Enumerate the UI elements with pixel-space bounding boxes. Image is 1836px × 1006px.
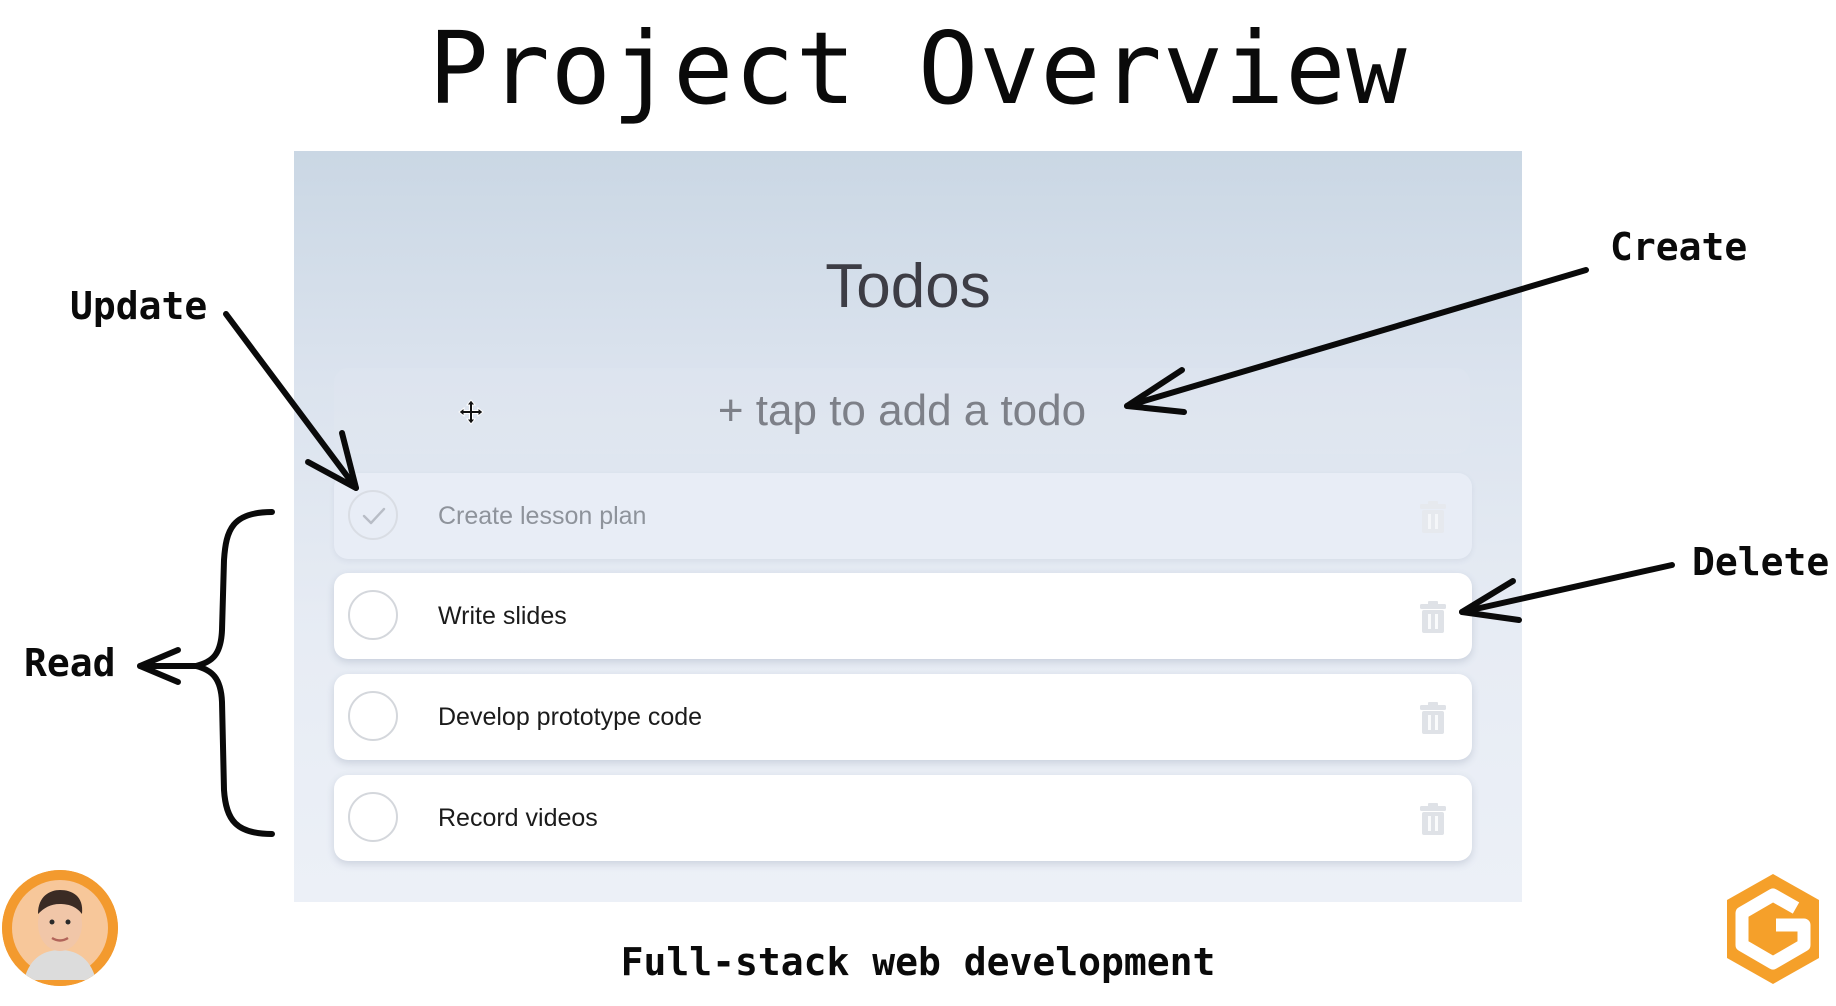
todo-label: Create lesson plan (438, 502, 647, 530)
todo-checkbox[interactable] (348, 590, 398, 640)
annotation-create: Create (1610, 225, 1748, 269)
todo-checkbox[interactable] (348, 490, 398, 540)
annotation-delete: Delete (1692, 540, 1830, 584)
slide-title: Project Overview (428, 10, 1408, 127)
todo-item: Create lesson plan (334, 473, 1472, 559)
brand-logo (1727, 874, 1819, 984)
todo-label: Write slides (438, 602, 567, 630)
todo-item: Develop prototype code (334, 674, 1472, 760)
todo-label: Record videos (438, 804, 598, 832)
annotation-update: Update (70, 284, 208, 328)
trash-icon[interactable] (1418, 701, 1448, 735)
app-title: Todos (825, 252, 991, 321)
presenter-avatar (2, 870, 118, 986)
move-cursor-icon (458, 399, 484, 425)
add-todo-input[interactable]: + tap to add a todo (334, 368, 1470, 454)
todo-item: Record videos (334, 775, 1472, 861)
trash-icon[interactable] (1418, 600, 1448, 634)
trash-icon[interactable] (1418, 802, 1448, 836)
annotation-read: Read (24, 641, 116, 685)
read-brace (193, 509, 275, 837)
todo-checkbox[interactable] (348, 691, 398, 741)
todo-item: Write slides (334, 573, 1472, 659)
todo-app-panel: Todos + tap to add a todo Create lesson … (294, 151, 1522, 902)
check-icon (362, 507, 386, 525)
add-todo-placeholder: + tap to add a todo (717, 386, 1087, 435)
trash-icon[interactable] (1418, 500, 1448, 534)
todo-label: Develop prototype code (438, 703, 703, 731)
todo-checkbox[interactable] (348, 792, 398, 842)
slide-footer: Full-stack web development (620, 940, 1216, 984)
